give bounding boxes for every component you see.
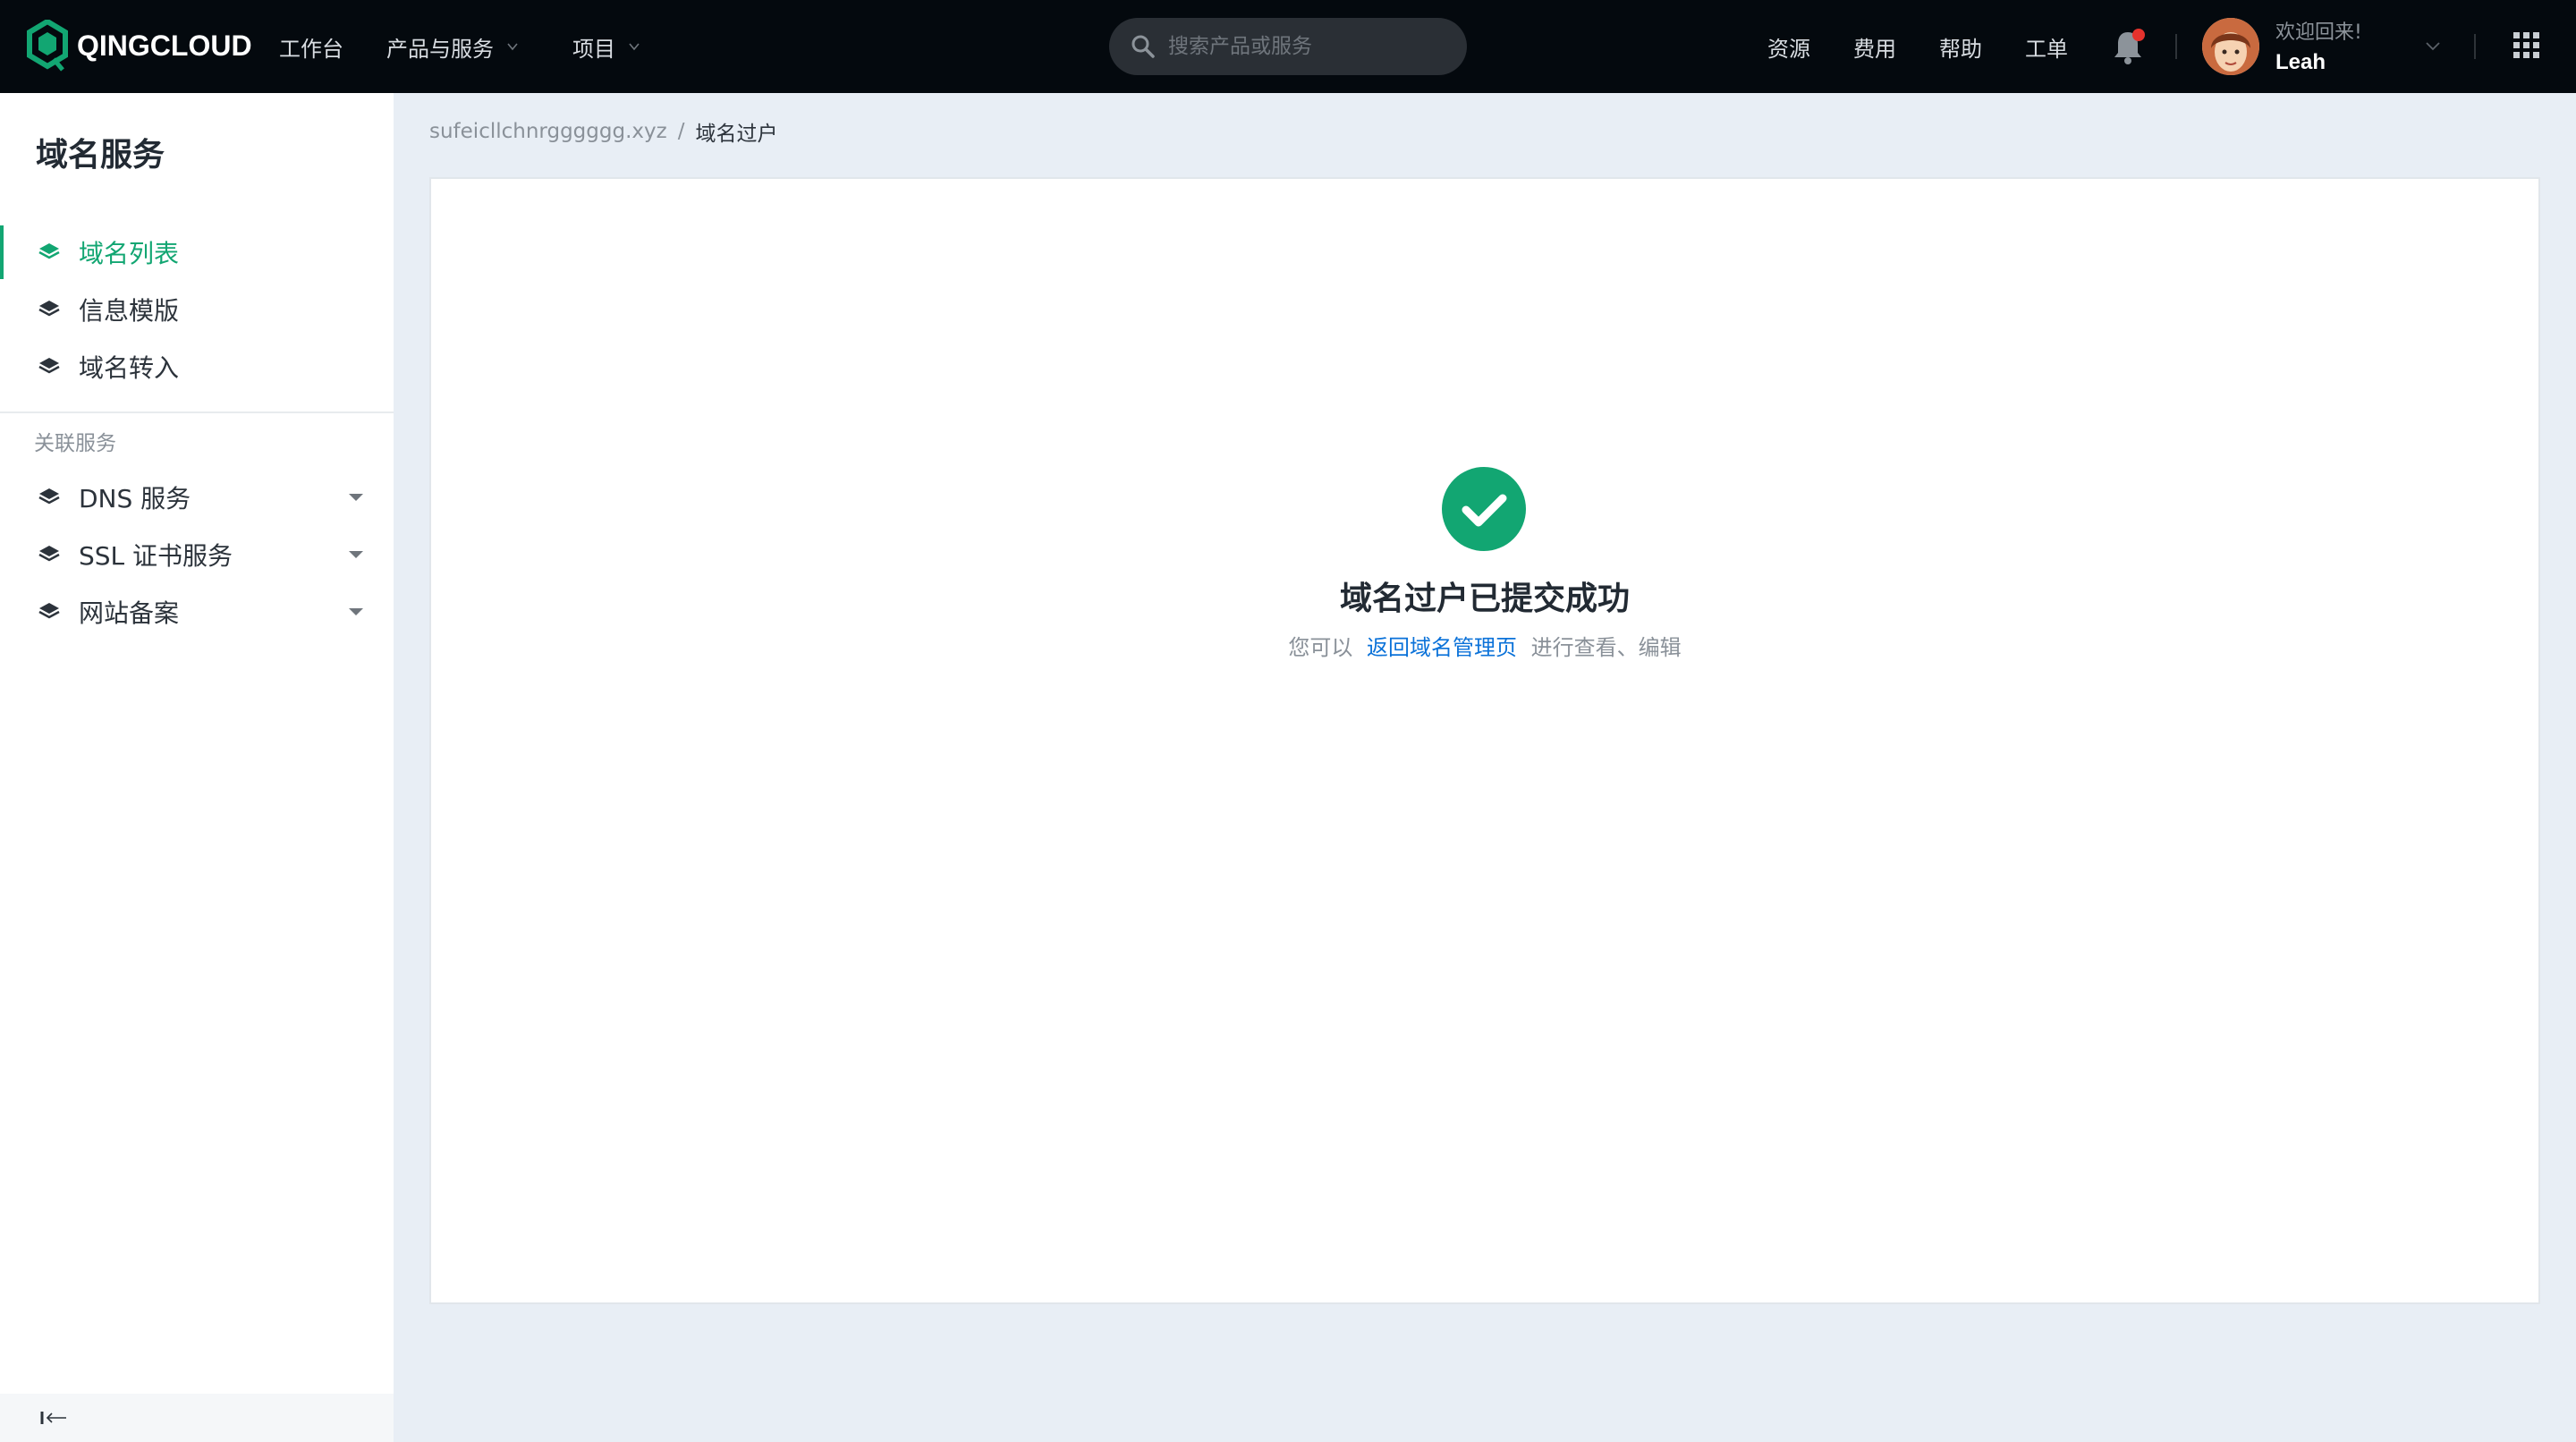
breadcrumb: sufeicllchnrgggggg.xyz / 域名过户 [429, 116, 777, 147]
nav-workbench[interactable]: 工作台 [279, 0, 343, 93]
sidebar-item-info-template[interactable]: 信息模版 [0, 281, 394, 338]
breadcrumb-current: 域名过户 [695, 123, 778, 146]
nav-resources[interactable]: 资源 [1767, 0, 1810, 93]
nav-help-label: 帮助 [1939, 36, 1982, 62]
caret-down-icon [349, 551, 363, 558]
qingcloud-logo-icon [27, 20, 68, 72]
nav-resources-label: 资源 [1767, 36, 1810, 62]
breadcrumb-separator: / [677, 120, 685, 143]
brand-name: QINGCLOUD [77, 29, 252, 62]
result-title: 域名过户已提交成功 [1339, 581, 1630, 617]
search-input[interactable] [1168, 35, 1436, 58]
collapse-sidebar-icon[interactable] [39, 1408, 68, 1428]
search-icon [1131, 35, 1155, 58]
layers-icon [38, 243, 60, 259]
welcome-text: 欢迎回来! [2275, 21, 2362, 44]
layers-icon [38, 603, 60, 619]
notification-badge [2132, 29, 2145, 41]
result-description: 您可以 返回域名管理页 进行查看、编辑 [1073, 630, 1896, 661]
chevron-down-icon[interactable] [2424, 39, 2442, 54]
global-search[interactable] [1109, 18, 1467, 75]
nav-products-label: 产品与服务 [386, 36, 494, 62]
avatar-image [2202, 18, 2259, 75]
nav-billing-label: 费用 [1853, 36, 1896, 62]
layers-icon [38, 301, 60, 317]
sidebar-item-icp-filing[interactable]: 网站备案 [0, 583, 394, 640]
breadcrumb-domain-link[interactable]: sufeicllchnrgggggg.xyz [429, 120, 667, 143]
nav-billing[interactable]: 费用 [1853, 0, 1896, 93]
related-services-label: 关联服务 [34, 432, 116, 455]
avatar[interactable] [2202, 18, 2259, 75]
result-desc-suffix: 进行查看、编辑 [1530, 635, 1682, 660]
sidebar-item-dns[interactable]: DNS 服务 [0, 469, 394, 526]
result-desc-prefix: 您可以 [1288, 635, 1353, 660]
sidebar-item-ssl[interactable]: SSL 证书服务 [0, 526, 394, 583]
nav-help[interactable]: 帮助 [1939, 0, 1982, 93]
sidebar-item-label: 网站备案 [79, 598, 180, 628]
sidebar-item-domain-list[interactable]: 域名列表 [0, 224, 394, 281]
back-to-domain-management-link[interactable]: 返回域名管理页 [1367, 635, 1517, 660]
caret-down-icon [349, 608, 363, 615]
sidebar-item-label: SSL 证书服务 [79, 541, 233, 571]
sidebar-item-domain-transfer-in[interactable]: 域名转入 [0, 338, 394, 395]
result-card [429, 177, 2540, 1304]
sidebar-divider [0, 411, 394, 413]
top-navbar: QINGCLOUD 工作台 产品与服务 项目 资源 费用 帮助 工单 [0, 0, 2576, 93]
sidebar-footer [0, 1394, 394, 1442]
apps-grid-icon[interactable] [2513, 32, 2540, 59]
success-check-icon [1442, 467, 1526, 551]
nav-projects[interactable]: 项目 [572, 0, 640, 93]
username: Leah [2275, 50, 2326, 74]
sidebar-item-label: 域名列表 [79, 239, 180, 268]
sidebar-item-label: 信息模版 [79, 296, 180, 326]
chevron-down-icon [629, 43, 640, 51]
sidebar-item-label: DNS 服务 [79, 484, 191, 513]
divider [2474, 34, 2476, 59]
sidebar-item-label: 域名转入 [79, 353, 180, 383]
layers-icon [38, 546, 60, 562]
qingcloud-logo[interactable]: QINGCLOUD [27, 20, 252, 72]
nav-projects-label: 项目 [572, 36, 615, 62]
caret-down-icon [349, 494, 363, 501]
layers-icon [38, 358, 60, 374]
nav-products-services[interactable]: 产品与服务 [386, 0, 519, 93]
divider [2175, 34, 2177, 59]
sidebar-title: 域名服务 [36, 137, 165, 174]
layers-icon [38, 488, 60, 505]
active-indicator [0, 225, 4, 279]
nav-tickets[interactable]: 工单 [2025, 0, 2068, 93]
sidebar: 域名服务 域名列表 信息模版 域名转入 关联服务 DNS 服务 SSL 证书服务… [0, 93, 394, 1442]
nav-workbench-label: 工作台 [279, 36, 343, 62]
nav-tickets-label: 工单 [2025, 36, 2068, 62]
chevron-down-icon [507, 43, 518, 51]
